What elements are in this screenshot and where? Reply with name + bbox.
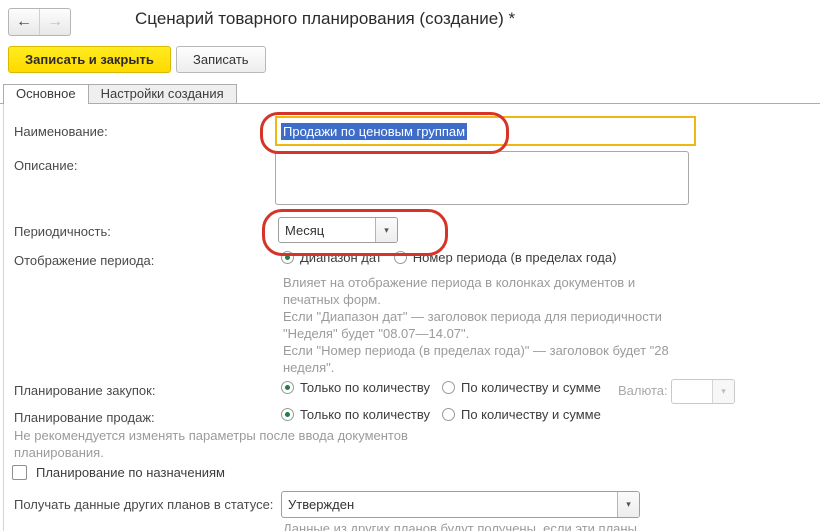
description-textarea[interactable] <box>275 151 689 205</box>
currency-value <box>672 380 712 403</box>
radio-option-qty-and-sum[interactable]: По количеству и сумме <box>442 380 601 395</box>
other-plans-help: Данные из других планов будут получены, … <box>283 520 713 531</box>
periodicity-dropdown-button[interactable]: ▾ <box>375 218 397 242</box>
currency-dropdown-button[interactable]: ▾ <box>712 380 734 403</box>
page-title: Сценарий товарного планирования (создани… <box>135 9 515 29</box>
assignments-checkbox-label: Планирование по назначениям <box>36 465 225 480</box>
history-nav: ← → <box>8 8 71 36</box>
name-input-selected-text: Продажи по ценовым группам <box>281 123 467 140</box>
name-input[interactable]: Продажи по ценовым группам <box>275 116 696 146</box>
back-button[interactable]: ← <box>9 9 39 35</box>
radio-option-date-range[interactable]: Диапазон дат <box>281 250 382 265</box>
sales-planning-label: Планирование продаж: <box>14 410 155 425</box>
chevron-down-icon: ▾ <box>384 225 389 236</box>
other-plans-status-label: Получать данные других планов в статусе: <box>14 497 273 512</box>
radio-option-period-number[interactable]: Номер периода (в пределах года) <box>394 250 617 265</box>
warning-text: Не рекомендуется изменять параметры посл… <box>14 427 494 461</box>
content-left-border <box>3 104 4 531</box>
tab-main[interactable]: Основное <box>3 84 89 104</box>
sales-planning-radio-group: Только по количеству По количеству и сум… <box>281 407 601 422</box>
radio-option-label: Только по количеству <box>300 380 430 395</box>
radio-option-qty-and-sum[interactable]: По количеству и сумме <box>442 407 601 422</box>
radio-option-label: По количеству и сумме <box>461 380 601 395</box>
periodicity-value: Месяц <box>279 218 375 242</box>
other-plans-status-select[interactable]: Утвержден ▾ <box>281 491 640 518</box>
forward-button[interactable]: → <box>39 9 70 35</box>
chevron-down-icon: ▾ <box>721 386 726 397</box>
forward-arrow-icon: → <box>47 13 63 31</box>
assignments-checkbox-row[interactable]: Планирование по назначениям <box>12 465 225 480</box>
radio-icon <box>394 251 407 264</box>
save-and-close-button[interactable]: Записать и закрыть <box>8 46 171 73</box>
radio-option-label: Диапазон дат <box>300 250 382 265</box>
chevron-down-icon: ▾ <box>626 499 631 510</box>
radio-option-qty-only[interactable]: Только по количеству <box>281 380 430 395</box>
currency-select[interactable]: ▾ <box>671 379 735 404</box>
radio-option-label: Номер периода (в пределах года) <box>413 250 617 265</box>
window: ← → Сценарий товарного планирования (соз… <box>0 0 820 531</box>
description-label: Описание: <box>14 158 77 173</box>
period-display-radio-group: Диапазон дат Номер периода (в пределах г… <box>281 250 616 265</box>
currency-label: Валюта: <box>618 383 668 398</box>
purchase-planning-radio-group: Только по количеству По количеству и сум… <box>281 380 601 395</box>
other-plans-status-dropdown-button[interactable]: ▾ <box>617 492 639 517</box>
name-label: Наименование: <box>14 124 108 139</box>
other-plans-status-value: Утвержден <box>282 492 617 517</box>
radio-option-label: По количеству и сумме <box>461 407 601 422</box>
tab-creation-settings[interactable]: Настройки создания <box>89 84 237 103</box>
period-display-label: Отображение периода: <box>14 253 154 268</box>
radio-option-label: Только по количеству <box>300 407 430 422</box>
radio-icon <box>442 408 455 421</box>
tabbar: Основное Настройки создания <box>3 84 237 104</box>
period-display-help: Влияет на отображение периода в колонках… <box>283 274 707 376</box>
purchase-planning-label: Планирование закупок: <box>14 383 155 398</box>
radio-option-qty-only[interactable]: Только по количеству <box>281 407 430 422</box>
periodicity-select[interactable]: Месяц ▾ <box>278 217 398 243</box>
checkbox-icon <box>12 465 27 480</box>
periodicity-label: Периодичность: <box>14 224 111 239</box>
back-arrow-icon: ← <box>16 13 32 31</box>
radio-icon <box>281 251 294 264</box>
save-button[interactable]: Записать <box>176 46 266 73</box>
radio-icon <box>442 381 455 394</box>
radio-icon <box>281 408 294 421</box>
radio-icon <box>281 381 294 394</box>
